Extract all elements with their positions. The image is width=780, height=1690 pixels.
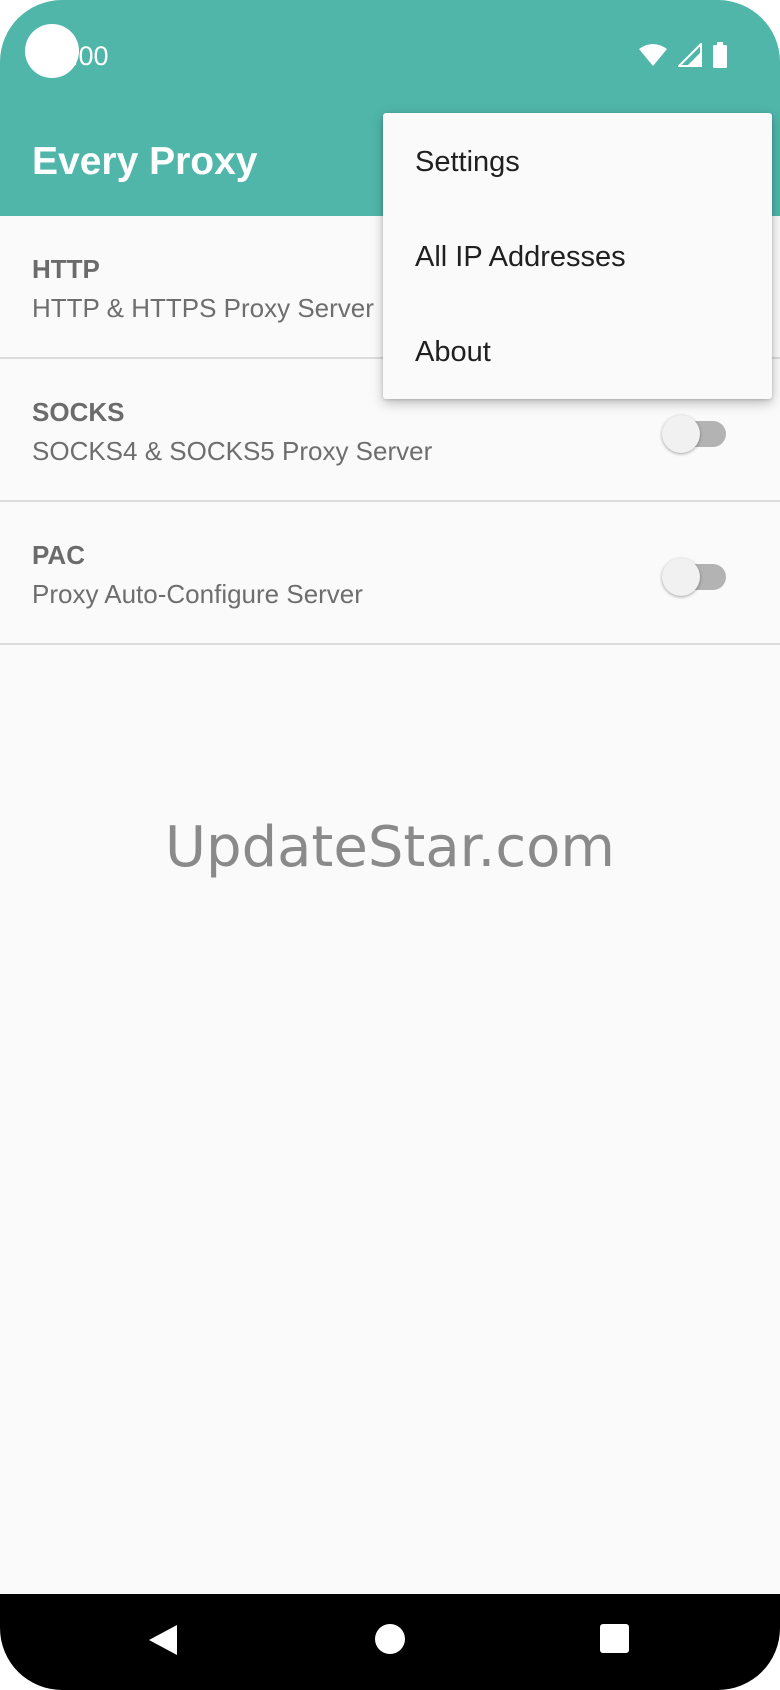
watermark-text: UpdateStar.com	[165, 815, 615, 880]
back-icon[interactable]	[148, 1624, 178, 1661]
server-subtitle: SOCKS4 & SOCKS5 Proxy Server	[32, 436, 433, 466]
signal-icon	[676, 41, 702, 72]
status-bar: 0:00	[0, 0, 780, 104]
pac-toggle-switch[interactable]	[662, 558, 726, 596]
switch-thumb	[662, 558, 700, 596]
overflow-menu: Settings All IP Addresses About	[383, 113, 772, 399]
server-title: PAC	[32, 540, 85, 570]
battery-icon	[712, 42, 728, 73]
server-subtitle: HTTP & HTTPS Proxy Server	[32, 293, 374, 323]
server-subtitle: Proxy Auto-Configure Server	[32, 579, 363, 609]
status-icons	[638, 41, 728, 73]
server-title: SOCKS	[32, 397, 125, 427]
app-title: Every Proxy	[32, 140, 258, 183]
navigation-bar	[0, 1594, 780, 1690]
home-icon[interactable]	[375, 1624, 405, 1654]
menu-item-about[interactable]: About	[415, 335, 491, 369]
phone-screen: 0:00 Every Proxy HTTP HTTP & HTTPS Proxy…	[0, 0, 780, 1690]
status-time: 0:00	[56, 41, 109, 71]
recents-icon[interactable]	[600, 1624, 629, 1653]
menu-item-settings[interactable]: Settings	[415, 145, 520, 179]
server-row-pac[interactable]: PAC Proxy Auto-Configure Server	[0, 502, 780, 645]
switch-thumb	[662, 415, 700, 453]
socks-toggle-switch[interactable]	[662, 415, 726, 453]
menu-item-all-ip-addresses[interactable]: All IP Addresses	[415, 240, 626, 274]
server-title: HTTP	[32, 254, 100, 284]
wifi-icon	[638, 43, 668, 72]
